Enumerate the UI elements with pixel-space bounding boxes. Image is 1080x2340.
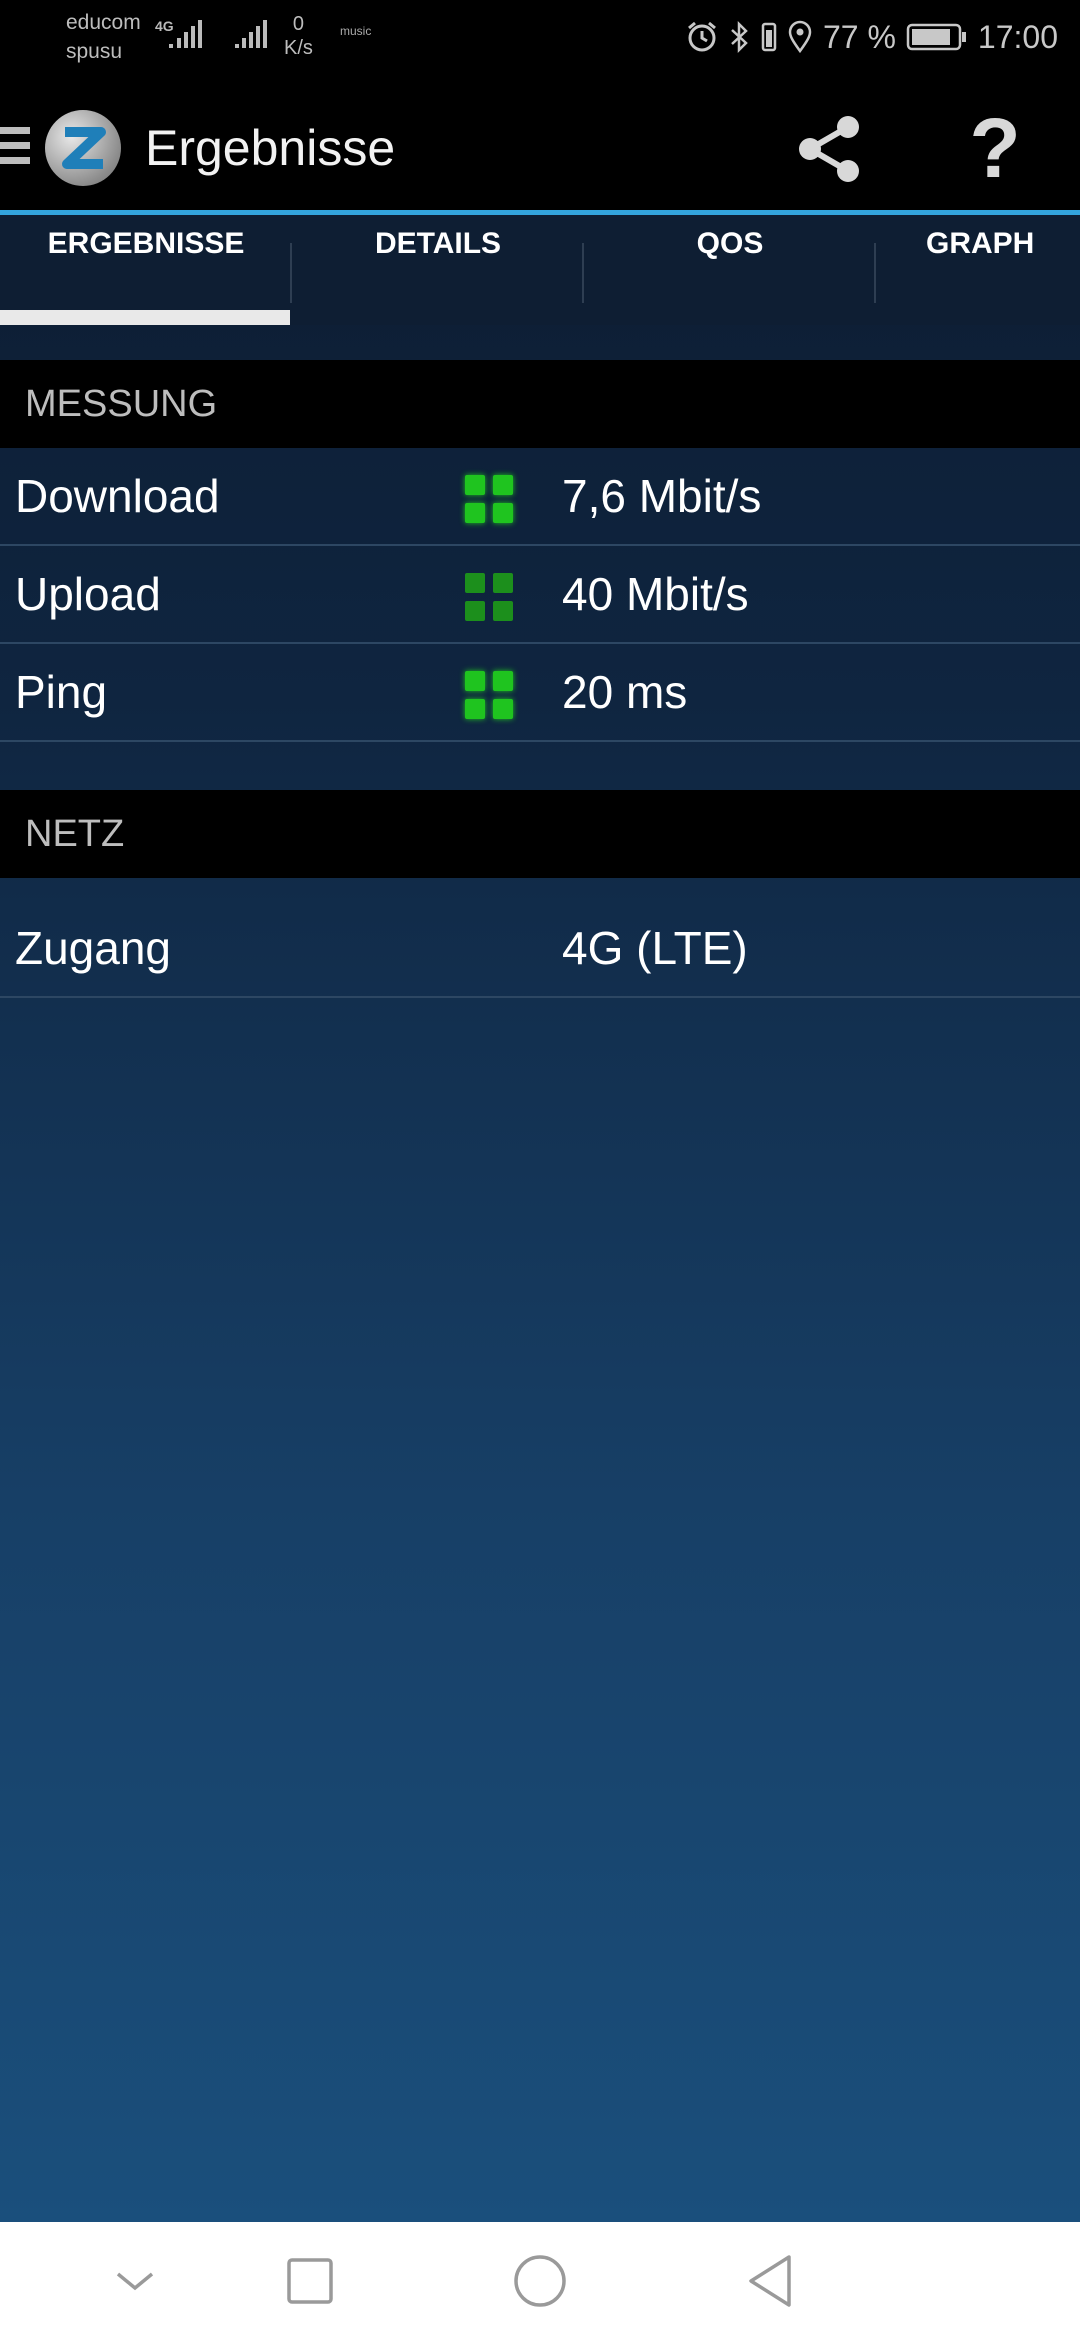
tab-qos[interactable]: QOS [584,215,876,325]
bluetooth-icon [729,20,751,54]
result-row-ping[interactable]: Ping 20 ms [0,644,1080,742]
tab-details[interactable]: DETAILS [292,215,584,325]
row-value: 4G (LTE) [562,922,748,974]
music-icon: music [340,24,372,38]
clock-time: 17:00 [977,18,1058,55]
row-value: 20 ms [562,666,688,718]
tab-label: GRAPH [926,227,1035,260]
result-row-zugang[interactable]: Zugang 4G (LTE) [0,900,1080,998]
row-value: 40 Mbit/s [562,568,749,620]
share-icon[interactable] [790,109,870,189]
result-row-download[interactable]: Download 7,6 Mbit/s [0,448,1080,546]
page-title: Ergebnisse [145,120,396,176]
signal-strength-icon [235,16,271,57]
location-icon [787,20,813,54]
alarm-icon [685,20,719,54]
battery-percentage: 77 % [822,18,896,55]
network-speed: 0 K/s [284,12,313,60]
row-label: Ping [15,666,108,718]
back-button[interactable] [740,2222,800,2340]
row-label: Download [15,470,220,522]
carrier-1: educom [66,11,141,34]
quality-grid-icon [465,573,515,623]
app-logo[interactable] [45,110,121,186]
status-bar: educom spusu 4G 0 K/s music 77 % 17:00 [0,0,1080,75]
help-icon[interactable]: ? [965,103,1025,193]
section-header-messung: MESSUNG [0,360,1080,448]
result-row-upload[interactable]: Upload 40 Mbit/s [0,546,1080,644]
row-value: 7,6 Mbit/s [562,470,762,522]
tab-label: DETAILS [374,227,502,260]
recent-apps-button[interactable] [280,2222,340,2340]
vibrate-battery-icon [761,20,777,54]
active-tab-indicator [0,310,290,325]
tab-label: QOS [696,227,764,260]
row-label: Upload [15,568,161,620]
network-speed-value: 0 [292,13,305,35]
quality-grid-icon [465,475,515,525]
tab-ergebnisse[interactable]: ERGEBNISSE [0,215,292,325]
row-label: Zugang [15,922,172,974]
chevron-down-icon[interactable] [100,2222,170,2340]
home-button[interactable] [510,2222,570,2340]
tab-label: ERGEBNISSE [47,227,245,260]
menu-icon[interactable] [0,127,30,167]
carrier-2: spusu [66,40,123,63]
tab-bar: ERGEBNISSE DETAILS QOS GRAPH [0,215,1080,325]
section-header-netz: NETZ [0,790,1080,878]
battery-icon [906,22,968,52]
tab-graph[interactable]: GRAPH [876,215,1076,325]
network-speed-unit: K/s [284,37,313,59]
system-navigation-bar [0,2222,1080,2340]
quality-grid-icon [465,671,515,721]
app-bar: Ergebnisse ? [0,75,1080,215]
network-type-label: 4G [155,18,174,34]
carrier-names: educom spusu [66,8,141,66]
signal-strength-icon: 4G [155,16,211,57]
